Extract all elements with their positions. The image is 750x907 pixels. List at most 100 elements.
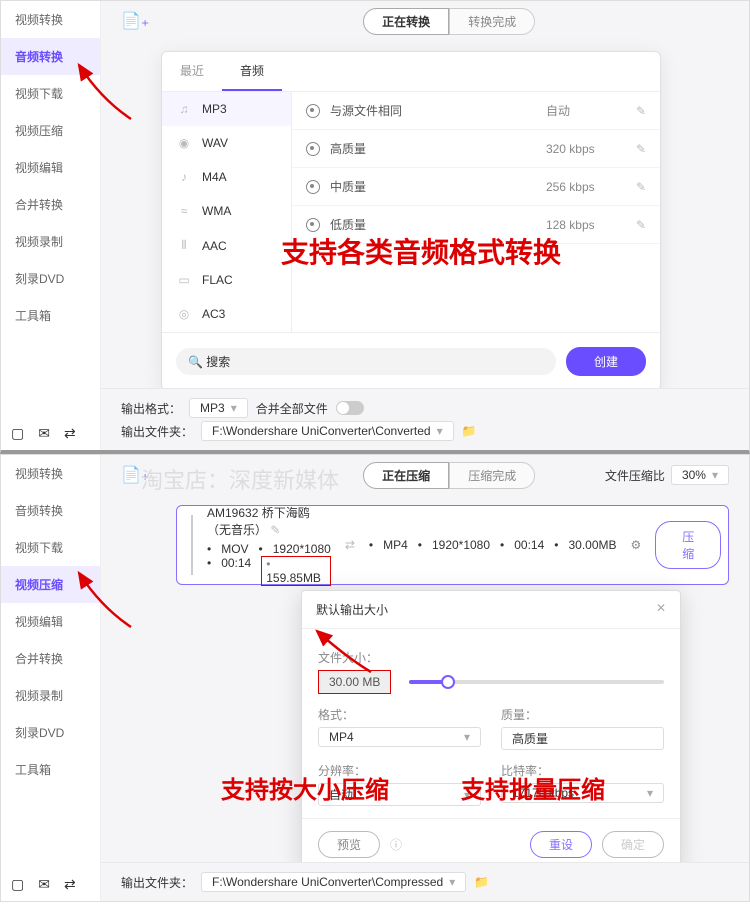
shuffle-icon: ⇄	[345, 538, 355, 552]
mail-icon[interactable]: ✉	[38, 425, 50, 442]
edit-icon[interactable]: ✎	[636, 142, 646, 156]
format-flac[interactable]: ▭FLAC	[162, 263, 291, 297]
music-icon: ♫	[176, 102, 192, 116]
info-icon[interactable]: ⓘ	[390, 836, 402, 853]
format-select[interactable]: MP4▾	[318, 727, 481, 747]
transfer-icon[interactable]: ⇄	[64, 425, 76, 442]
sidebar: 视频转换 音频转换 视频下载 视频压缩 视频编辑 合并转换 视频录制 刻录DVD…	[1, 1, 101, 450]
format-m4a[interactable]: ♪M4A	[162, 160, 291, 194]
flac-icon: ▭	[176, 273, 192, 287]
output-folder-label: 输出文件夹：	[121, 874, 193, 891]
book-icon[interactable]: ▢	[11, 425, 24, 442]
merge-toggle[interactable]	[336, 401, 364, 415]
quality-label: 质量：	[501, 706, 664, 723]
edit-title-icon[interactable]: ✎	[270, 523, 280, 537]
quality-select[interactable]: 高质量	[501, 727, 664, 750]
output-format-label: 输出格式：	[121, 400, 181, 417]
transfer-icon[interactable]: ⇄	[64, 876, 76, 893]
main-area: 淘宝店：深度新媒体 📄₊ 正在压缩 压缩完成 文件压缩比 30%▾ AM1963…	[101, 455, 749, 901]
note-icon: ♪	[176, 170, 192, 184]
tab-converted[interactable]: 转换完成	[449, 8, 535, 35]
merge-all-label: 合并全部文件	[256, 400, 328, 417]
sidebar-item-merge-convert[interactable]: 合并转换	[1, 186, 100, 223]
tab-compressed[interactable]: 压缩完成	[449, 462, 535, 489]
sidebar-item-burn-dvd[interactable]: 刻录DVD	[1, 714, 100, 751]
wave-icon: ≈	[176, 204, 192, 218]
eq-icon: ⫴	[176, 238, 192, 253]
sidebar-item-video-compress[interactable]: 视频压缩	[1, 566, 100, 603]
sidebar-item-video-convert[interactable]: 视频转换	[1, 455, 100, 492]
sidebar-item-merge-convert[interactable]: 合并转换	[1, 640, 100, 677]
panel-footer: 🔍 搜索 创建	[162, 332, 660, 390]
mail-icon[interactable]: ✉	[38, 876, 50, 893]
search-icon: 🔍	[188, 355, 203, 369]
format-aac[interactable]: ⫴AAC	[162, 228, 291, 263]
output-folder-select[interactable]: F:\Wondershare UniConverter\Converted▾	[201, 421, 454, 441]
edit-icon[interactable]: ✎	[636, 218, 646, 232]
create-button[interactable]: 创建	[566, 347, 646, 376]
app-audio-convert: 视频转换 音频转换 视频下载 视频压缩 视频编辑 合并转换 视频录制 刻录DVD…	[0, 0, 750, 454]
quality-medium[interactable]: 中质量256 kbps✎	[292, 168, 660, 206]
sidebar-item-video-download[interactable]: 视频下载	[1, 529, 100, 566]
close-icon[interactable]: ✕	[656, 601, 666, 618]
sidebar-item-audio-convert[interactable]: 音频转换	[1, 492, 100, 529]
source-size: • 159.85MB	[261, 556, 331, 586]
output-folder-label: 输出文件夹：	[121, 423, 193, 440]
footer: 输出文件夹： F:\Wondershare UniConverter\Compr…	[101, 862, 749, 901]
watermark-text: 淘宝店：深度新媒体	[141, 463, 339, 495]
preview-button[interactable]: 预览	[318, 831, 380, 858]
book-icon[interactable]: ▢	[11, 876, 24, 893]
format-list: ♫MP3 ◉WAV ♪M4A ≈WMA ⫴AAC ▭FLAC ◎AC3	[162, 92, 292, 332]
size-slider[interactable]	[409, 680, 664, 684]
format-ac3[interactable]: ◎AC3	[162, 297, 291, 331]
file-size-input[interactable]: 30.00 MB	[318, 670, 391, 694]
output-info: •MP4 •1920*1080 •00:14 •30.00MB	[369, 538, 617, 552]
edit-icon[interactable]: ✎	[636, 104, 646, 118]
quality-same-as-source[interactable]: 与源文件相同自动✎	[292, 92, 660, 130]
format-mp3[interactable]: ♫MP3	[162, 92, 291, 126]
sidebar-item-video-compress[interactable]: 视频压缩	[1, 112, 100, 149]
sidebar-item-toolbox[interactable]: 工具箱	[1, 297, 100, 334]
sidebar-item-video-edit[interactable]: 视频编辑	[1, 603, 100, 640]
tab-audio[interactable]: 音频	[222, 52, 282, 91]
overlay-text: 支持各类音频格式转换	[281, 231, 561, 271]
ratio-select[interactable]: 30%▾	[671, 465, 729, 485]
search-input[interactable]: 🔍 搜索	[176, 348, 556, 375]
sidebar-item-toolbox[interactable]: 工具箱	[1, 751, 100, 788]
app-video-compress: 视频转换 音频转换 视频下载 视频压缩 视频编辑 合并转换 视频录制 刻录DVD…	[0, 454, 750, 902]
sidebar-item-audio-convert[interactable]: 音频转换	[1, 38, 100, 75]
folder-icon[interactable]: 📁	[474, 875, 489, 889]
sidebar-footer-icons: ▢ ✉ ⇄	[11, 876, 76, 893]
footer: 输出格式： MP3▾ 合并全部文件 输出文件夹： F:\Wondershare …	[101, 388, 749, 450]
overlay-text-b: 支持批量压缩	[461, 770, 605, 805]
sidebar-item-video-edit[interactable]: 视频编辑	[1, 149, 100, 186]
video-thumbnail	[191, 515, 193, 575]
reset-button[interactable]: 重设	[530, 831, 592, 858]
sidebar: 视频转换 音频转换 视频下载 视频压缩 视频编辑 合并转换 视频录制 刻录DVD…	[1, 455, 101, 901]
add-file-icon[interactable]: 📄₊	[121, 11, 149, 31]
format-wma[interactable]: ≈WMA	[162, 194, 291, 228]
tab-converting[interactable]: 正在转换	[363, 8, 449, 35]
quality-high[interactable]: 高质量320 kbps✎	[292, 130, 660, 168]
panel-tabs: 最近 音频	[162, 52, 660, 92]
tab-recent[interactable]: 最近	[162, 52, 222, 91]
file-size-label: 文件大小：	[318, 649, 664, 666]
video-card: AM19632 桥下海鸥（无音乐） ✎ •MOV •1920*1080 •00:…	[176, 505, 729, 585]
ok-button[interactable]: 确定	[602, 831, 664, 858]
sidebar-item-video-record[interactable]: 视频录制	[1, 223, 100, 260]
edit-icon[interactable]: ✎	[636, 180, 646, 194]
quality-list: 与源文件相同自动✎ 高质量320 kbps✎ 中质量256 kbps✎ 低质量1…	[292, 92, 660, 332]
output-folder-select[interactable]: F:\Wondershare UniConverter\Compressed▾	[201, 872, 466, 892]
sidebar-item-video-download[interactable]: 视频下载	[1, 75, 100, 112]
format-panel: 最近 音频 ♫MP3 ◉WAV ♪M4A ≈WMA ⫴AAC ▭FLAC ◎AC…	[161, 51, 661, 391]
sidebar-item-video-record[interactable]: 视频录制	[1, 677, 100, 714]
format-wav[interactable]: ◉WAV	[162, 126, 291, 160]
output-format-select[interactable]: MP3▾	[189, 398, 248, 418]
sidebar-item-video-convert[interactable]: 视频转换	[1, 1, 100, 38]
compress-button[interactable]: 压缩	[655, 521, 721, 569]
sidebar-item-burn-dvd[interactable]: 刻录DVD	[1, 260, 100, 297]
sidebar-footer-icons: ▢ ✉ ⇄	[11, 425, 76, 442]
folder-icon[interactable]: 📁	[462, 424, 477, 438]
settings-icon[interactable]: ⚙	[631, 538, 642, 552]
tab-compressing[interactable]: 正在压缩	[363, 462, 449, 489]
